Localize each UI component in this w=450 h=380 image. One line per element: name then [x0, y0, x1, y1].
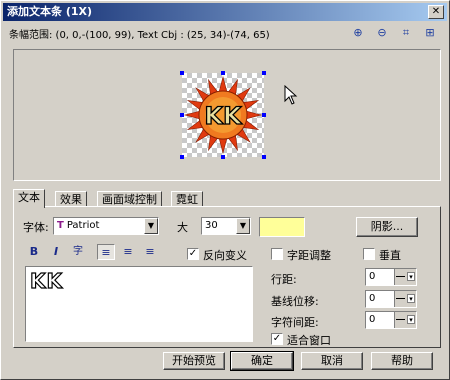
auto-kern-label: 字距调整 — [287, 249, 331, 262]
preview-button[interactable]: 开始预览 — [163, 352, 225, 370]
align-right-icon[interactable]: ≡ — [141, 244, 159, 260]
antialias-checkbox[interactable]: ✓ — [187, 248, 199, 260]
title-bar[interactable]: 添加文本条 (1X) ✕ — [3, 3, 447, 21]
selection-handle[interactable] — [180, 113, 184, 117]
tab-text[interactable]: 文本 — [13, 189, 45, 208]
ok-button[interactable]: 确定 — [230, 351, 294, 371]
cancel-button[interactable]: 取消 — [301, 352, 363, 370]
baseline-shift-spinner[interactable]: 0 ▾ — [365, 290, 417, 308]
zoom-out-icon[interactable]: ⊖ — [375, 26, 389, 40]
selection-handle[interactable] — [262, 113, 266, 117]
banner-range-text: 条幅范围: (0, 0,-(100, 99), Text Cbj : (25, … — [9, 30, 270, 41]
font-dropdown-arrow-icon[interactable]: ▼ — [144, 218, 158, 234]
baseline-shift-value: 0 — [369, 293, 376, 304]
preview-image[interactable]: KK — [180, 71, 266, 159]
mouse-cursor-icon — [284, 85, 298, 105]
dialog-title: 添加文本条 (1X) — [7, 5, 93, 18]
selection-handle[interactable] — [262, 71, 266, 75]
size-label: 大 — [177, 221, 188, 234]
bold-icon[interactable]: B — [25, 244, 43, 260]
font-value: Patriot — [66, 220, 100, 231]
truetype-icon: T — [57, 220, 64, 231]
char-spacing-slider-icon[interactable]: ▾ — [394, 312, 416, 328]
char-spacing-spinner[interactable]: 0 ▾ — [365, 311, 417, 329]
close-button[interactable]: ✕ — [428, 5, 444, 19]
fit-window-label: 适合窗口 — [287, 334, 331, 347]
zoom-in-icon[interactable]: ⊕ — [351, 26, 365, 40]
actual-size-icon[interactable]: ⊞ — [423, 26, 437, 40]
selection-handle[interactable] — [221, 71, 225, 75]
align-left-icon[interactable]: ≡ — [97, 244, 115, 260]
vertical-checkbox[interactable] — [363, 248, 375, 260]
char-spacing-label: 字符间距: — [271, 316, 319, 329]
close-icon: ✕ — [431, 6, 441, 17]
line-spacing-spinner[interactable]: 0 ▾ — [365, 268, 417, 286]
selection-handle[interactable] — [180, 71, 184, 75]
auto-kern-checkbox[interactable] — [271, 248, 283, 260]
fit-icon[interactable]: ⌗ — [399, 26, 413, 40]
text-content-value: KK — [29, 268, 63, 293]
text-content-input[interactable]: KK — [25, 266, 253, 342]
baseline-shift-label: 基线位移: — [271, 295, 319, 308]
zoom-toolbar: ⊕ ⊖ ⌗ ⊞ — [351, 26, 443, 42]
line-spacing-slider-icon[interactable]: ▾ — [394, 269, 416, 285]
text-color-swatch[interactable] — [259, 217, 305, 237]
selection-handle[interactable] — [221, 155, 225, 159]
line-spacing-value: 0 — [369, 271, 376, 282]
font-label: 字体: — [23, 221, 49, 234]
char-spacing-value: 0 — [369, 314, 376, 325]
line-spacing-label: 行距: — [271, 273, 297, 286]
align-center-icon[interactable]: ≡ — [119, 244, 137, 260]
preview-pane: KK — [13, 49, 441, 181]
baseline-shift-slider-icon[interactable]: ▾ — [394, 291, 416, 307]
shadow-button[interactable]: 阴影... — [356, 217, 418, 237]
italic-icon[interactable]: I — [47, 244, 65, 260]
sun-graphic: KK — [183, 75, 263, 155]
antialias-label: 反向变义 — [203, 249, 247, 262]
add-text-dialog: 添加文本条 (1X) ✕ 条幅范围: (0, 0,-(100, 99), Tex… — [0, 0, 450, 380]
selection-handle[interactable] — [262, 155, 266, 159]
size-value: 30 — [205, 220, 218, 231]
underline-icon[interactable]: 字 — [69, 244, 87, 260]
preview-image-text: KK — [204, 102, 243, 130]
fit-window-checkbox[interactable]: ✓ — [271, 333, 283, 345]
size-dropdown-arrow-icon[interactable]: ▼ — [236, 218, 250, 234]
selection-handle[interactable] — [180, 155, 184, 159]
vertical-label: 垂直 — [379, 249, 401, 262]
help-button[interactable]: 帮助 — [371, 352, 433, 370]
